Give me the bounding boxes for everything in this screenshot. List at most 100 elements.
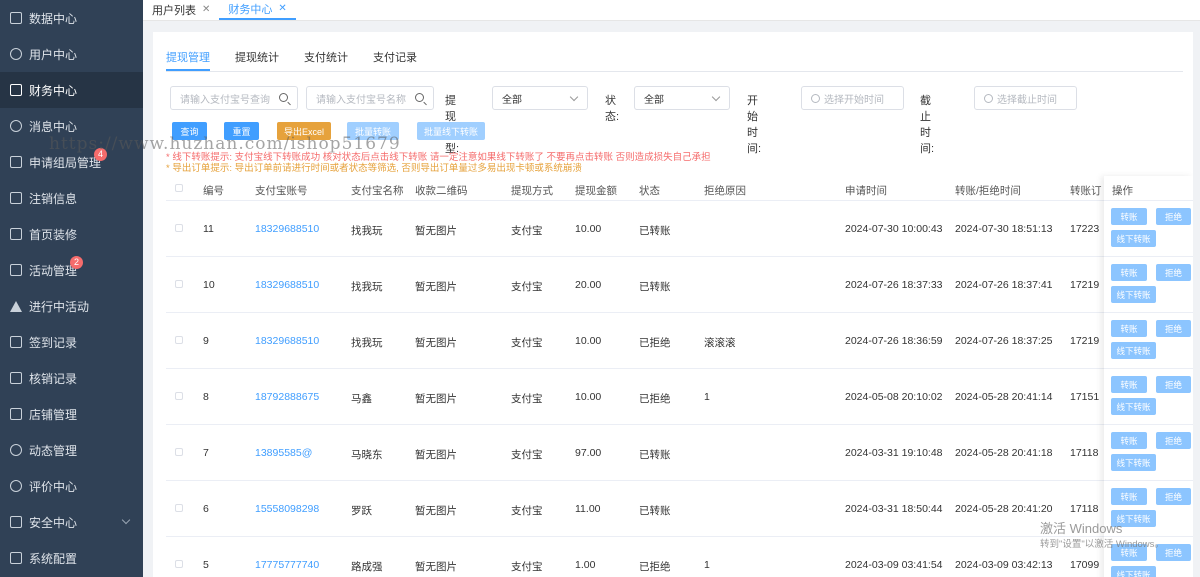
list-icon [10,552,22,564]
offline-transfer-button[interactable]: 线下转账 [1111,286,1156,303]
row-checkbox[interactable] [175,504,183,512]
status-select[interactable]: 全部 [634,86,730,110]
row-checkbox[interactable] [175,336,183,344]
sidebar-item-message-center-label: 消息中心 [29,119,78,134]
sidebar-item-feed-manage[interactable]: 动态管理 [0,432,143,468]
search-icon[interactable] [415,93,424,102]
subtab-3[interactable]: 支付记录 [373,49,417,71]
reject-button[interactable]: 拒绝 [1156,264,1191,281]
sidebar-item-review-center[interactable]: 评价中心 [0,468,143,504]
sidebar-item-checkin-record[interactable]: 签到记录 [0,324,143,360]
cell-order-no: 17118 [1070,447,1099,459]
cell-handle-time: 2024-07-26 18:37:41 [955,279,1053,291]
reject-button[interactable]: 拒绝 [1156,376,1191,393]
reset-button[interactable]: 重置 [224,122,259,140]
row-checkbox[interactable] [175,392,183,400]
offline-transfer-button[interactable]: 线下转账 [1111,230,1156,247]
subtab-1[interactable]: 提现统计 [235,49,279,71]
cell-id: 6 [203,503,209,515]
sidebar-item-activity-manage[interactable]: 活动管理 2 [0,252,143,288]
reject-button[interactable]: 拒绝 [1156,544,1191,561]
row-checkbox[interactable] [175,280,183,288]
transfer-button[interactable]: 转账 [1111,432,1147,449]
cell-account[interactable]: 18329688510 [255,279,319,291]
offline-transfer-button[interactable]: 线下转账 [1111,398,1156,415]
cell-account[interactable]: 13895585@ [255,447,312,459]
table-body: 11 18329688510 找我玩 暂无图片 支付宝 10.00 已转账 2024-07-3… [166,201,1193,577]
alipay-account-input[interactable]: 请输入支付宝号查询 [170,86,298,110]
alipay-name-input[interactable]: 请输入支付宝号名称 [306,86,434,110]
sidebar-item-shop-manage[interactable]: 店铺管理 [0,396,143,432]
header-status: 状态 [639,185,660,197]
sidebar-item-message-center[interactable]: 消息中心 [0,108,143,144]
search-icon[interactable] [279,93,288,102]
sidebar-item-home-decor[interactable]: 首页装修 [0,216,143,252]
cell-qrcode: 暂无图片 [415,337,457,349]
cell-status: 已拒绝 [639,561,671,573]
cell-apply-time: 2024-03-09 03:41:54 [845,559,943,571]
row-checkbox[interactable] [175,224,183,232]
tag-bar: 用户列表 ✕ 财务中心 ✕ [143,0,1200,21]
offline-transfer-button[interactable]: 线下转账 [1111,566,1156,577]
cell-reason: 滚滚滚 [704,337,736,349]
cell-qrcode: 暂无图片 [415,449,457,461]
cell-account[interactable]: 18329688510 [255,223,319,235]
batch-offline-transfer-button[interactable]: 批量线下转账 [417,122,485,140]
start-time-picker[interactable]: 选择开始时间 [801,86,904,110]
subtab-0[interactable]: 提现管理 [166,49,210,71]
cell-status: 已转账 [639,281,671,293]
offline-transfer-button[interactable]: 线下转账 [1111,342,1156,359]
reject-button[interactable]: 拒绝 [1156,488,1191,505]
tag-0[interactable]: 用户列表 ✕ [143,0,219,20]
transfer-button[interactable]: 转账 [1111,320,1147,337]
sidebar-item-data-center[interactable]: 数据中心 [0,0,143,36]
cell-amount: 10.00 [575,335,602,347]
end-time-label: 截止时间: [920,95,935,155]
message-icon [10,120,22,132]
ops-cell: 转账 拒绝 线下转账 [1104,257,1193,313]
offline-transfer-button[interactable]: 线下转账 [1111,510,1156,527]
offline-transfer-button[interactable]: 线下转账 [1111,454,1156,471]
tag-1[interactable]: 财务中心 ✕ [219,0,296,20]
sidebar-item-cancel-info-label: 注销信息 [29,191,78,206]
sidebar-item-verify-record[interactable]: 核销记录 [0,360,143,396]
withdraw-type-select[interactable]: 全部 [492,86,588,110]
export-excel-button[interactable]: 导出Excel [277,122,331,140]
transfer-button[interactable]: 转账 [1111,488,1147,505]
end-time-placeholder: 选择截止时间 [997,94,1057,106]
sidebar-item-cancel-info[interactable]: 注销信息 [0,180,143,216]
subtab-2[interactable]: 支付统计 [304,49,348,71]
cell-account[interactable]: 15558098298 [255,503,319,515]
sidebar-item-group-apply[interactable]: 申请组局管理 4 [0,144,143,180]
reject-button[interactable]: 拒绝 [1156,432,1191,449]
cell-handle-time: 2024-05-28 20:41:14 [955,391,1053,403]
sub-tabs: 提现管理 提现统计 支付统计 支付记录 [166,49,442,71]
reject-button[interactable]: 拒绝 [1156,208,1191,225]
transfer-button[interactable]: 转账 [1111,264,1147,281]
chevron-down-icon [711,92,721,102]
operation-column: 操作 转账 拒绝 线下转账 转账 拒绝 线下转账 转账 拒绝 线下转账 转账 拒绝 线下转账 转账 拒绝线… [1104,176,1193,577]
document-icon [10,192,22,204]
transfer-button[interactable]: 转账 [1111,376,1147,393]
batch-transfer-button[interactable]: 批量转账 [347,122,399,140]
transfer-button[interactable]: 转账 [1111,544,1147,561]
close-icon[interactable]: ✕ [278,3,286,14]
row-checkbox[interactable] [175,448,183,456]
select-all-checkbox[interactable] [175,184,183,192]
sidebar-item-system-config[interactable]: 系统配置 [0,540,143,576]
cell-qrcode: 暂无图片 [415,281,457,293]
query-button[interactable]: 查询 [172,122,207,140]
close-icon[interactable]: ✕ [202,4,210,15]
cell-account[interactable]: 17775777740 [255,559,319,571]
sidebar-item-ongoing-activity[interactable]: 进行中活动 [0,288,143,324]
cell-account[interactable]: 18329688510 [255,335,319,347]
header-method: 提现方式 [511,185,553,197]
cell-account[interactable]: 18792888675 [255,391,319,403]
transfer-button[interactable]: 转账 [1111,208,1147,225]
sidebar-item-user-center[interactable]: 用户中心 [0,36,143,72]
row-checkbox[interactable] [175,560,183,568]
end-time-picker[interactable]: 选择截止时间 [974,86,1077,110]
sidebar-item-security-center[interactable]: 安全中心 [0,504,143,540]
sidebar-item-finance-center[interactable]: 财务中心 [0,72,143,108]
reject-button[interactable]: 拒绝 [1156,320,1191,337]
